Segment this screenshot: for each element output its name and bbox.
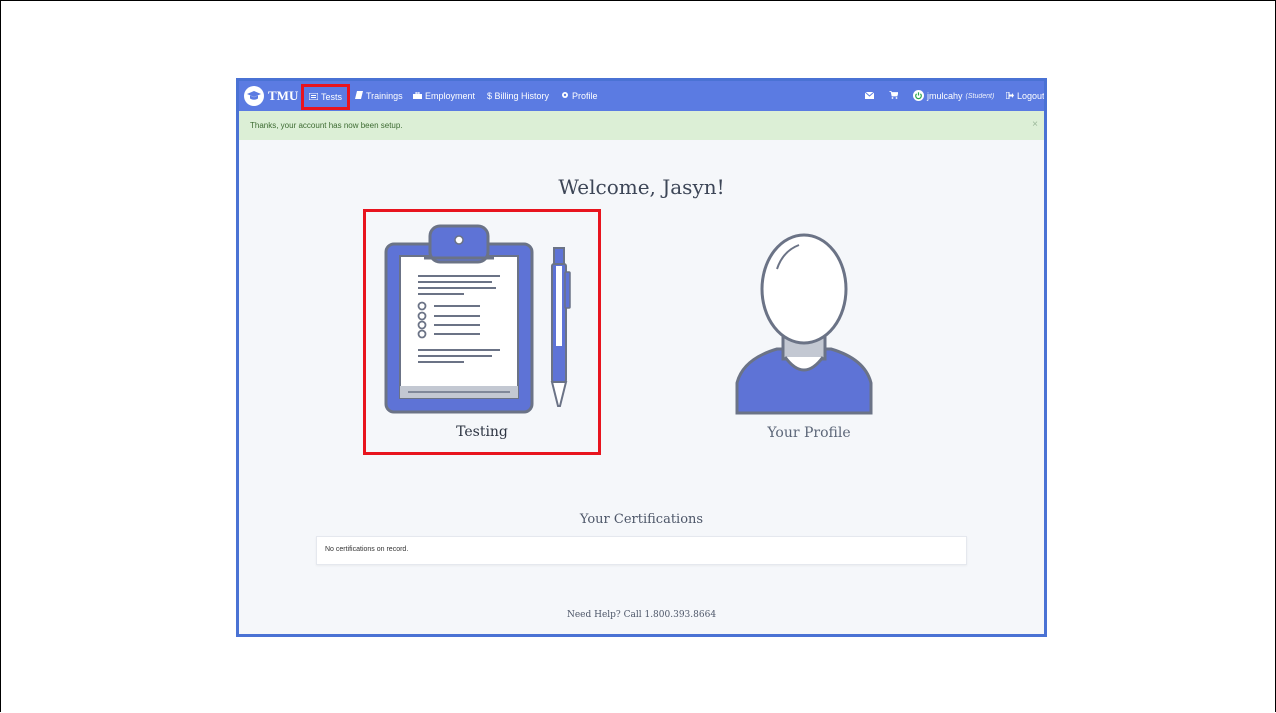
user-role-label: (Student): [965, 92, 995, 100]
testing-card[interactable]: Testing: [363, 209, 601, 455]
brand-name: TMU: [268, 88, 299, 103]
cart-button[interactable]: [889, 81, 899, 111]
cart-icon: [889, 90, 899, 101]
user-menu[interactable]: jmulcahy (Student): [913, 81, 994, 111]
username-label: jmulcahy: [927, 91, 963, 101]
logout-button[interactable]: Logout: [1005, 81, 1045, 111]
book-icon: [355, 91, 363, 101]
nav-trainings[interactable]: Trainings: [355, 81, 403, 111]
brand-link[interactable]: TMU: [244, 81, 298, 111]
alert-close-button[interactable]: ×: [1032, 119, 1038, 130]
sign-out-icon: [1005, 91, 1014, 101]
nav-employment-label: Employment: [425, 91, 476, 101]
certifications-empty-message: No certifications on record.: [325, 546, 409, 553]
nav-profile-label: Profile: [572, 91, 598, 101]
app-window: TMU Tests Trainings Employment $ Billing…: [236, 78, 1047, 637]
certifications-title: Your Certifications: [579, 512, 704, 527]
testing-label: Testing: [456, 424, 508, 440]
briefcase-icon: [413, 91, 422, 101]
user-avatar-icon: [735, 233, 873, 415]
nav-trainings-label: Trainings: [366, 91, 403, 101]
nav-profile[interactable]: Profile: [561, 81, 598, 111]
nav-tests-label: Tests: [321, 92, 343, 102]
nav-employment[interactable]: Employment: [413, 81, 475, 111]
nav-tests[interactable]: Tests: [301, 84, 351, 110]
list-icon: [308, 92, 319, 102]
gear-icon: [561, 91, 569, 101]
success-alert: Thanks, your account has now been setup.…: [239, 111, 1044, 140]
envelope-icon: [864, 91, 875, 101]
certifications-panel: No certifications on record.: [316, 536, 967, 565]
nav-billing-label: $ Billing History: [487, 91, 550, 101]
power-icon: [913, 89, 924, 103]
profile-card[interactable]: Your Profile: [709, 221, 909, 451]
graduation-cap-icon: [244, 86, 264, 106]
logout-label: Logout: [1017, 91, 1045, 101]
alert-message: Thanks, your account has now been setup.: [250, 121, 403, 130]
messages-button[interactable]: [864, 81, 875, 111]
top-navbar: TMU Tests Trainings Employment $ Billing…: [239, 81, 1044, 111]
your-profile-label: Your Profile: [767, 425, 851, 441]
nav-billing-history[interactable]: $ Billing History: [487, 81, 549, 111]
help-footer: Need Help? Call 1.800.393.8664: [566, 610, 717, 620]
clipboard-icon: [384, 224, 571, 414]
welcome-heading: Welcome, Jasyn!: [558, 175, 725, 199]
